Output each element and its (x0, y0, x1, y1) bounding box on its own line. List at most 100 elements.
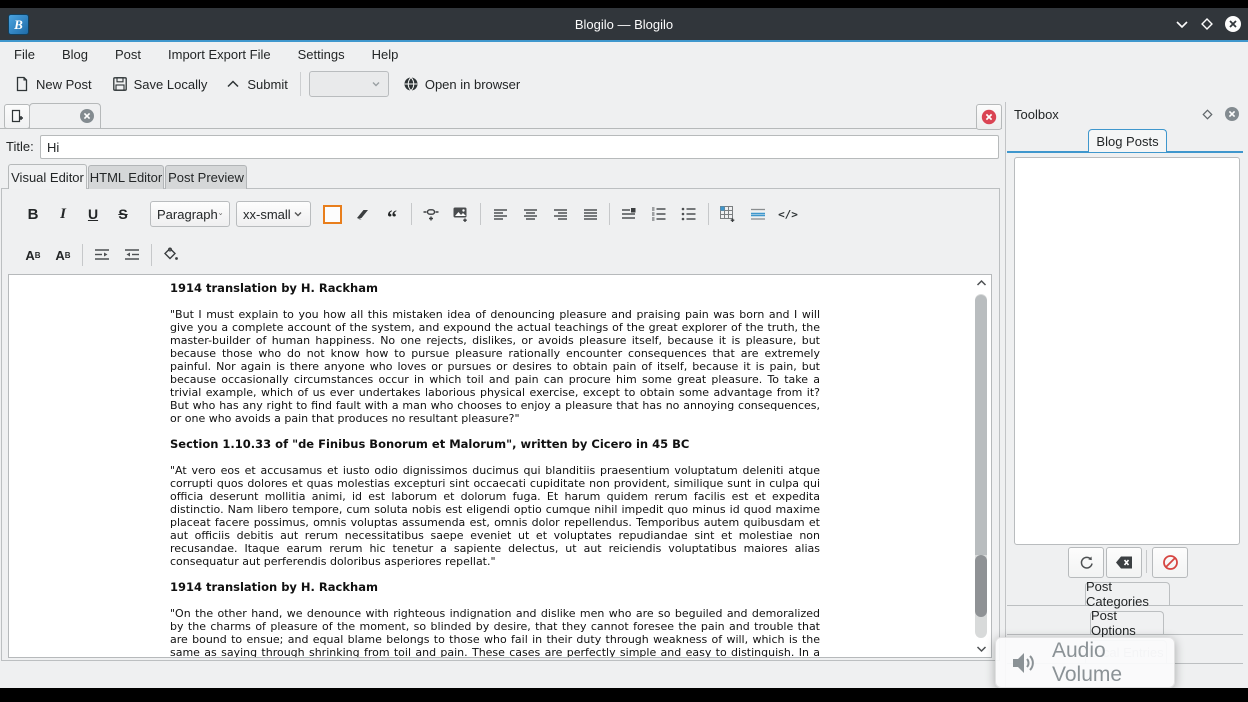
chevron-down-icon (218, 208, 223, 220)
section-paragraph: "At vero eos et accusamus et iusto odio … (170, 464, 820, 568)
subscript-small-glyph: B (35, 251, 41, 260)
text-direction-button[interactable] (614, 200, 644, 228)
new-post-button[interactable]: New Post (8, 73, 98, 95)
post-body-text: 1914 translation by H. Rackham "But I mu… (170, 282, 820, 658)
close-post-tab-button[interactable] (976, 104, 1002, 130)
open-in-browser-label: Open in browser (425, 77, 520, 92)
speaker-icon (1009, 648, 1039, 678)
save-locally-button[interactable]: Save Locally (106, 73, 214, 95)
section-paragraph: "But I must explain to you how all this … (170, 308, 820, 425)
backspace-icon (1115, 555, 1134, 570)
insert-link-button[interactable] (416, 200, 446, 228)
unordered-list-button[interactable] (674, 200, 704, 228)
eraser-icon (354, 206, 371, 223)
align-right-icon (552, 206, 569, 223)
font-color-button[interactable] (317, 200, 347, 228)
scroll-down-arrow[interactable] (972, 642, 990, 656)
toolbox-float-icon[interactable] (1201, 108, 1214, 121)
ordered-list-button[interactable] (644, 200, 674, 228)
chevron-down-icon (292, 208, 304, 220)
reload-posts-button[interactable] (1068, 547, 1104, 578)
align-center-button[interactable] (515, 200, 545, 228)
menu-help[interactable]: Help (368, 45, 403, 64)
format-separator (480, 203, 481, 225)
menu-import-export-file[interactable]: Import Export File (164, 45, 275, 64)
superscript-button[interactable]: AB (48, 241, 78, 269)
color-swatch (323, 205, 342, 224)
fill-color-icon (162, 246, 180, 264)
paragraph-style-select[interactable]: Paragraph (150, 201, 230, 227)
strikethrough-button[interactable]: S (108, 200, 138, 228)
post-document-tab[interactable] (29, 103, 101, 128)
submit-label: Submit (247, 77, 287, 92)
open-in-browser-button[interactable]: Open in browser (397, 73, 526, 95)
clear-format-button[interactable] (347, 200, 377, 228)
insert-image-button[interactable] (446, 200, 476, 228)
italic-button[interactable]: I (48, 200, 78, 228)
format-separator (151, 244, 152, 266)
minimize-icon[interactable] (1174, 16, 1190, 32)
blockquote-button[interactable]: “ (377, 196, 407, 232)
unordered-list-icon (680, 205, 698, 223)
osd-label: Audio Volume (1052, 639, 1174, 687)
tab-visual-editor[interactable]: Visual Editor (8, 164, 87, 189)
tab-post-categories[interactable]: Post Categories (1085, 582, 1170, 605)
menu-blog[interactable]: Blog (58, 45, 92, 64)
insert-table-button[interactable] (713, 200, 743, 228)
toolbar-separator (300, 72, 301, 96)
align-left-button[interactable] (485, 200, 515, 228)
add-link-icon (422, 205, 440, 223)
toolbox-close-icon[interactable] (1224, 106, 1240, 122)
bold-button[interactable]: B (18, 200, 48, 228)
cancel-button[interactable] (1152, 547, 1188, 578)
format-separator (411, 203, 412, 225)
superscript-small-glyph: B (65, 251, 71, 260)
format-toolbar-row2: AB AB (8, 237, 186, 273)
doc-tabbar-underline (0, 128, 1002, 129)
insert-horizontal-rule-button[interactable] (743, 200, 773, 228)
dock-button-separator (1146, 550, 1147, 573)
tab-html-editor[interactable]: HTML Editor (88, 165, 164, 189)
close-icon[interactable] (1224, 15, 1242, 33)
new-tab-button[interactable] (4, 104, 30, 129)
paragraph-style-value: Paragraph (157, 207, 218, 222)
maximize-icon[interactable] (1199, 16, 1215, 32)
submit-icon (225, 76, 241, 92)
dock-splitter[interactable] (1005, 102, 1006, 687)
menu-file[interactable]: File (10, 45, 39, 64)
underline-button[interactable]: U (78, 200, 108, 228)
remove-post-button[interactable] (1106, 547, 1142, 578)
visual-editor-canvas[interactable]: 1914 translation by H. Rackham "But I mu… (8, 274, 992, 658)
menu-settings[interactable]: Settings (294, 45, 349, 64)
editor-scrollbar[interactable] (972, 276, 990, 656)
font-size-select[interactable]: xx-small (236, 201, 311, 227)
title-input[interactable] (40, 135, 999, 159)
screen: B Blogilo — Blogilo File Blog Post Impor… (0, 0, 1248, 702)
tab-post-options[interactable]: Post Options (1090, 611, 1164, 634)
blog-posts-list[interactable] (1014, 157, 1240, 545)
section-heading: Section 1.10.33 of "de Finibus Bonorum e… (170, 438, 820, 451)
titlebar[interactable]: B Blogilo — Blogilo (0, 8, 1248, 40)
toolbox-title: Toolbox (1014, 107, 1059, 122)
scrollbar-thumb[interactable] (975, 555, 987, 617)
scrollbar-upper-region[interactable] (975, 295, 987, 555)
scroll-up-arrow[interactable] (972, 276, 990, 290)
submit-button[interactable]: Submit (219, 73, 293, 95)
subscript-button[interactable]: AB (18, 241, 48, 269)
audio-volume-osd: Audio Volume (995, 637, 1175, 688)
new-post-label: New Post (36, 77, 92, 92)
align-justify-button[interactable] (575, 200, 605, 228)
align-right-button[interactable] (545, 200, 575, 228)
background-color-button[interactable] (156, 241, 186, 269)
horizontal-rule-icon (749, 205, 767, 223)
menu-post[interactable]: Post (111, 45, 145, 64)
close-red-icon (981, 109, 997, 125)
tab-blog-posts[interactable]: Blog Posts (1088, 129, 1167, 152)
tab-post-preview[interactable]: Post Preview (165, 165, 247, 189)
indent-more-button[interactable] (87, 241, 117, 269)
font-size-value: xx-small (243, 207, 291, 222)
tab-close-icon[interactable] (79, 108, 95, 124)
code-view-button[interactable]: </> (773, 200, 803, 228)
indent-less-button[interactable] (117, 241, 147, 269)
blog-profile-select[interactable] (309, 71, 389, 97)
